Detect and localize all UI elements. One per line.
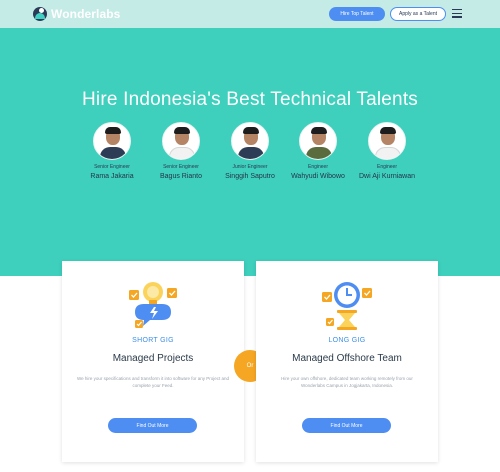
- card-description: Hire your own offshore, dedicated team w…: [281, 376, 413, 388]
- logo-text: Wonderlabs: [51, 7, 121, 21]
- lightbulb-chat-icon: [129, 282, 177, 328]
- find-out-more-button[interactable]: Find Out More: [302, 418, 391, 433]
- talent-name: Wahyudi Wibowo: [291, 173, 345, 180]
- talent-profile[interactable]: Senior Engineer Bagus Rianto: [146, 122, 216, 180]
- talent-role: Senior Engineer: [163, 164, 199, 170]
- talent-profile[interactable]: Engineer Dwi Aji Kurniawan: [352, 122, 422, 180]
- talent-role: Engineer: [376, 164, 397, 170]
- wonderlabs-logo-icon: [33, 7, 47, 21]
- avatar: [368, 122, 406, 160]
- top-nav-bar: Wonderlabs Hire Top Talent Apply as a Ta…: [0, 0, 500, 28]
- short-gig-card: SHORT GIG Managed Projects We hire your …: [62, 261, 244, 462]
- talent-role: Junior Engineer: [232, 164, 268, 170]
- talent-role: Senior Engineer: [94, 164, 130, 170]
- long-gig-card: LONG GIG Managed Offshore Team Hire your…: [256, 261, 438, 462]
- hamburger-menu-icon[interactable]: [452, 9, 462, 18]
- card-title: Managed Offshore Team: [292, 353, 402, 364]
- avatar: [162, 122, 200, 160]
- talent-role: Engineer: [307, 164, 328, 170]
- apply-as-talent-button[interactable]: Apply as a Talent: [390, 7, 446, 21]
- wonderlabs-logo[interactable]: Wonderlabs: [33, 7, 120, 21]
- card-kicker: SHORT GIG: [132, 337, 174, 344]
- card-kicker: LONG GIG: [328, 337, 366, 344]
- find-out-more-button[interactable]: Find Out More: [108, 418, 197, 433]
- talent-name: Dwi Aji Kurniawan: [358, 173, 416, 180]
- avatar: [93, 122, 131, 160]
- avatar: [231, 122, 269, 160]
- avatar: [299, 122, 337, 160]
- talent-name: Rama Jakaria: [90, 173, 134, 180]
- talent-profile[interactable]: Senior Engineer Rama Jakaria: [77, 122, 147, 180]
- talent-name: Singgih Saputro: [225, 173, 275, 180]
- clock-hourglass-icon: [322, 282, 372, 330]
- talent-name: Bagus Rianto: [159, 173, 203, 180]
- card-description: We hire your specifications and transfor…: [77, 376, 229, 388]
- card-title: Managed Projects: [112, 353, 194, 364]
- talent-profile[interactable]: Engineer Wahyudi Wibowo: [283, 122, 353, 180]
- talent-profile[interactable]: Junior Engineer Singgih Saputro: [215, 122, 285, 180]
- hire-top-talent-button[interactable]: Hire Top Talent: [329, 7, 385, 21]
- hero-title: Hire Indonesia's Best Technical Talents: [81, 89, 419, 110]
